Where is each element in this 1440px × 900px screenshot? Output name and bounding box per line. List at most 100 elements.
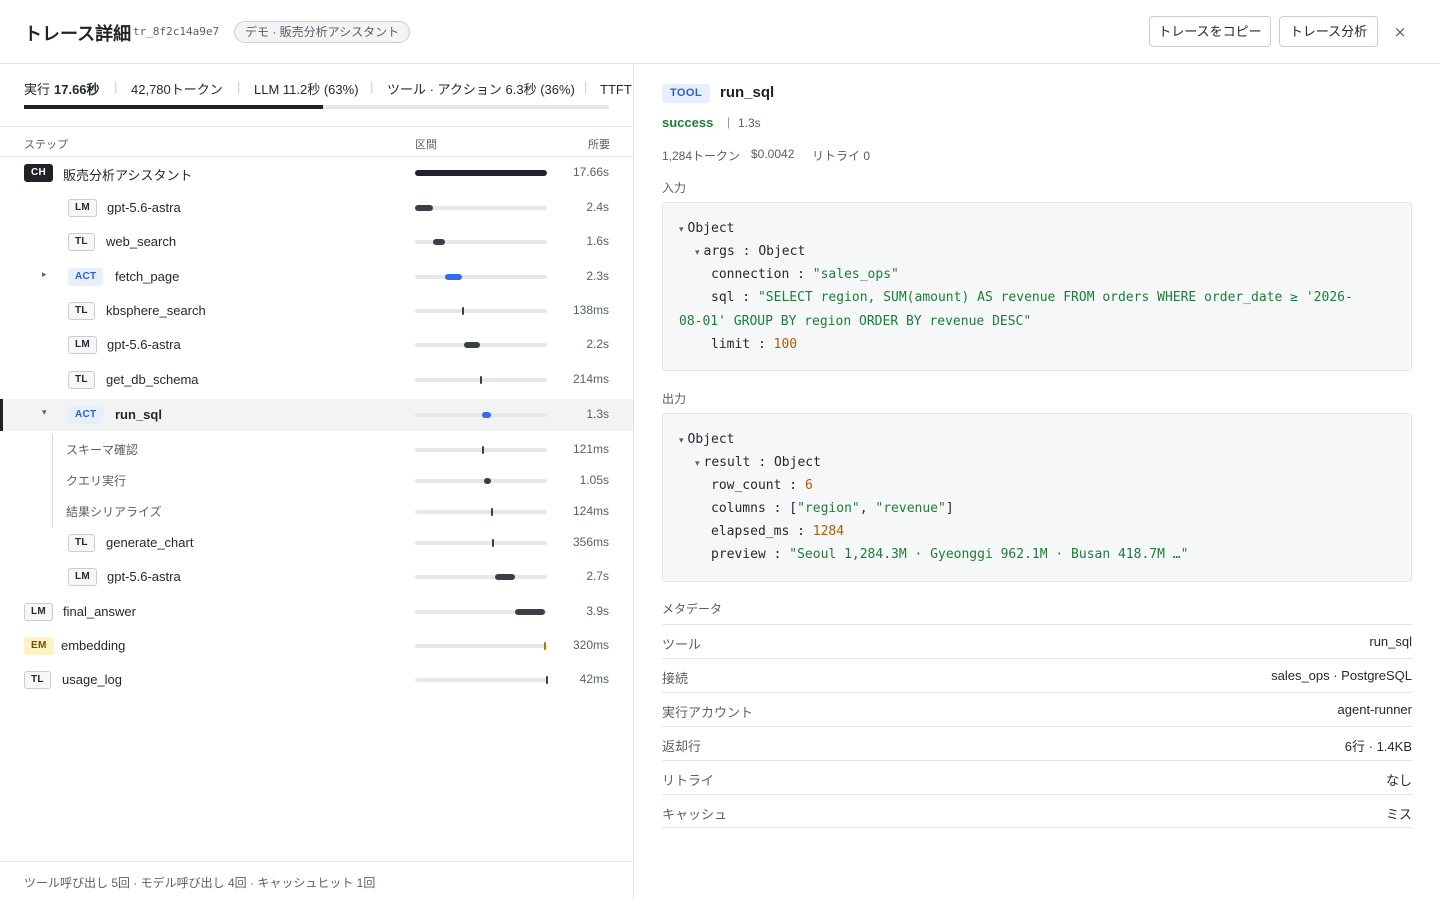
step-timeline-bar bbox=[480, 376, 482, 384]
step-type-badge: CH bbox=[24, 164, 54, 182]
step-duration: 3.9s bbox=[586, 604, 609, 618]
caret-right-icon[interactable]: ▸ bbox=[42, 270, 47, 280]
metadata-row: 実行アカウント agent-runner bbox=[662, 692, 1412, 726]
col-interval: 区間 bbox=[415, 139, 437, 151]
step-type-badge: TL bbox=[68, 534, 95, 552]
step-row[interactable]: TL usage_log 42ms bbox=[0, 664, 633, 696]
tool-action-time: ツール · アクション 6.3秒 (36%) bbox=[387, 82, 575, 97]
metadata-value: agent-runner bbox=[1337, 702, 1412, 717]
step-duration: 2.3s bbox=[586, 269, 609, 283]
json-result-line[interactable]: ▾ result : Object bbox=[695, 451, 821, 476]
step-row[interactable]: CH 販売分析アシスタント 17.66s bbox=[0, 157, 633, 189]
demo-badge: デモ · 販売分析アシスタント bbox=[234, 21, 411, 43]
detail-tokens: 1,284トークン bbox=[662, 149, 741, 163]
step-row[interactable]: LM final_answer 3.9s bbox=[0, 596, 633, 628]
step-row[interactable]: LM gpt-5.6-astra 2.2s bbox=[0, 329, 633, 361]
expand-triangle-icon[interactable]: ▾ bbox=[695, 248, 700, 258]
step-row[interactable]: 結果シリアライズ 124ms bbox=[0, 496, 633, 528]
json-root-line[interactable]: ▾ Object bbox=[679, 428, 735, 453]
json-sql-line: sql : "SELECT region, SUM(amount) AS rev… bbox=[711, 290, 1353, 305]
caret-down-icon[interactable]: ▾ bbox=[42, 408, 47, 418]
step-duration: 17.66s bbox=[572, 165, 609, 179]
output-label: 出力 bbox=[662, 392, 687, 406]
stat-separator: | bbox=[237, 79, 241, 94]
step-timeline-track bbox=[415, 539, 547, 547]
metadata-row: 返却行 6行 · 1.4KB bbox=[662, 726, 1412, 760]
step-duration: 2.7s bbox=[586, 569, 609, 583]
llm-progress-bar bbox=[24, 105, 609, 109]
step-name: クエリ実行 bbox=[66, 474, 127, 488]
step-duration: 2.4s bbox=[586, 200, 609, 214]
llm-time: LLM 11.2秒 (63%) bbox=[254, 82, 359, 97]
step-name: gpt-5.6-astra bbox=[107, 200, 181, 215]
step-row[interactable]: EM embedding 320ms bbox=[0, 630, 633, 662]
step-timeline-track bbox=[415, 574, 547, 580]
json-root-line[interactable]: ▾ Object bbox=[679, 217, 735, 242]
step-timeline-bar bbox=[484, 478, 491, 484]
step-duration: 320ms bbox=[572, 638, 609, 652]
step-type-badge: ACT bbox=[68, 406, 104, 424]
step-timeline-bar bbox=[546, 676, 548, 684]
step-type-badge: TL bbox=[24, 671, 51, 689]
step-row[interactable]: LM gpt-5.6-astra 2.7s bbox=[0, 561, 633, 593]
step-row[interactable]: ▸ ACT fetch_page 2.3s bbox=[0, 261, 633, 293]
step-duration: 1.6s bbox=[586, 234, 609, 248]
step-type-badge: LM bbox=[68, 199, 98, 217]
page-title: トレース詳細 bbox=[24, 24, 132, 44]
step-type-badge: ACT bbox=[68, 268, 104, 286]
expand-triangle-icon[interactable]: ▾ bbox=[679, 436, 684, 446]
step-row[interactable]: LM gpt-5.6-astra 2.4s bbox=[0, 192, 633, 224]
output-json-viewer: ▾ Object ▾ result : Object row_count : 6 c… bbox=[662, 413, 1412, 582]
detail-time: 1.3s bbox=[738, 116, 761, 130]
step-row[interactable]: クエリ実行 1.05s bbox=[0, 465, 633, 497]
metadata-row: リトライ なし bbox=[662, 760, 1412, 794]
step-timeline-bar bbox=[415, 205, 433, 211]
json-args-line[interactable]: ▾ args : Object bbox=[695, 240, 805, 265]
copy-trace-button[interactable]: トレースをコピー bbox=[1149, 16, 1271, 47]
steps-panel: 実行 17.66秒 | 42,780トークン | LLM 11.2秒 (63%)… bbox=[0, 64, 634, 900]
step-timeline-track bbox=[415, 239, 547, 245]
col-duration: 所要 bbox=[588, 139, 610, 151]
step-duration: 214ms bbox=[572, 372, 609, 386]
expand-triangle-icon[interactable]: ▾ bbox=[695, 459, 700, 469]
step-name: web_search bbox=[106, 234, 177, 249]
stat-separator: | bbox=[584, 79, 588, 94]
step-duration: 356ms bbox=[572, 535, 609, 549]
tool-tag: TOOL bbox=[662, 84, 710, 103]
detail-panel: TOOL run_sql success | 1.3s 1,284トークン $0… bbox=[634, 64, 1440, 900]
metadata-key: 接続 bbox=[662, 671, 689, 686]
stat-separator: | bbox=[114, 79, 118, 94]
step-name: kbsphere_search bbox=[106, 303, 206, 318]
step-timeline-track bbox=[415, 342, 547, 348]
step-row[interactable]: TL get_db_schema 214ms bbox=[0, 364, 633, 396]
status-badge: success bbox=[662, 115, 714, 130]
step-type-badge: TL bbox=[68, 302, 95, 320]
input-label: 入力 bbox=[662, 181, 687, 195]
metadata-value: なし bbox=[1385, 773, 1412, 788]
step-timeline-track bbox=[415, 412, 547, 418]
step-row[interactable]: TL generate_chart 356ms bbox=[0, 527, 633, 559]
analyze-trace-button[interactable]: トレース分析 bbox=[1279, 16, 1378, 47]
json-preview-line: preview : "Seoul 1,284.3M · Gyeonggi 962… bbox=[711, 547, 1189, 562]
step-name: generate_chart bbox=[106, 535, 194, 550]
step-timeline-track bbox=[415, 478, 547, 484]
metadata-key: キャッシュ bbox=[662, 807, 728, 822]
step-timeline-bar bbox=[433, 239, 445, 245]
step-name: fetch_page bbox=[115, 269, 180, 284]
expand-triangle-icon[interactable]: ▾ bbox=[679, 225, 684, 235]
step-row[interactable]: スキーマ確認 121ms bbox=[0, 434, 633, 466]
stat-separator: | bbox=[370, 79, 374, 94]
step-row[interactable]: TL web_search 1.6s bbox=[0, 226, 633, 258]
step-name: スキーマ確認 bbox=[66, 443, 139, 457]
json-rowcount-line: row_count : 6 bbox=[711, 478, 813, 493]
metadata-key: リトライ bbox=[662, 773, 715, 788]
json-sql-line-cont: 08-01' GROUP BY region ORDER BY revenue … bbox=[679, 314, 1032, 329]
step-row[interactable]: ▾ ACT run_sql 1.3s bbox=[0, 399, 633, 431]
step-duration: 121ms bbox=[572, 442, 609, 456]
step-name: get_db_schema bbox=[106, 372, 199, 387]
close-icon[interactable]: × bbox=[1390, 21, 1410, 43]
step-timeline-bar bbox=[415, 170, 547, 176]
status-separator: | bbox=[727, 115, 731, 129]
step-row[interactable]: TL kbsphere_search 138ms bbox=[0, 295, 633, 327]
step-timeline-track bbox=[415, 642, 547, 650]
